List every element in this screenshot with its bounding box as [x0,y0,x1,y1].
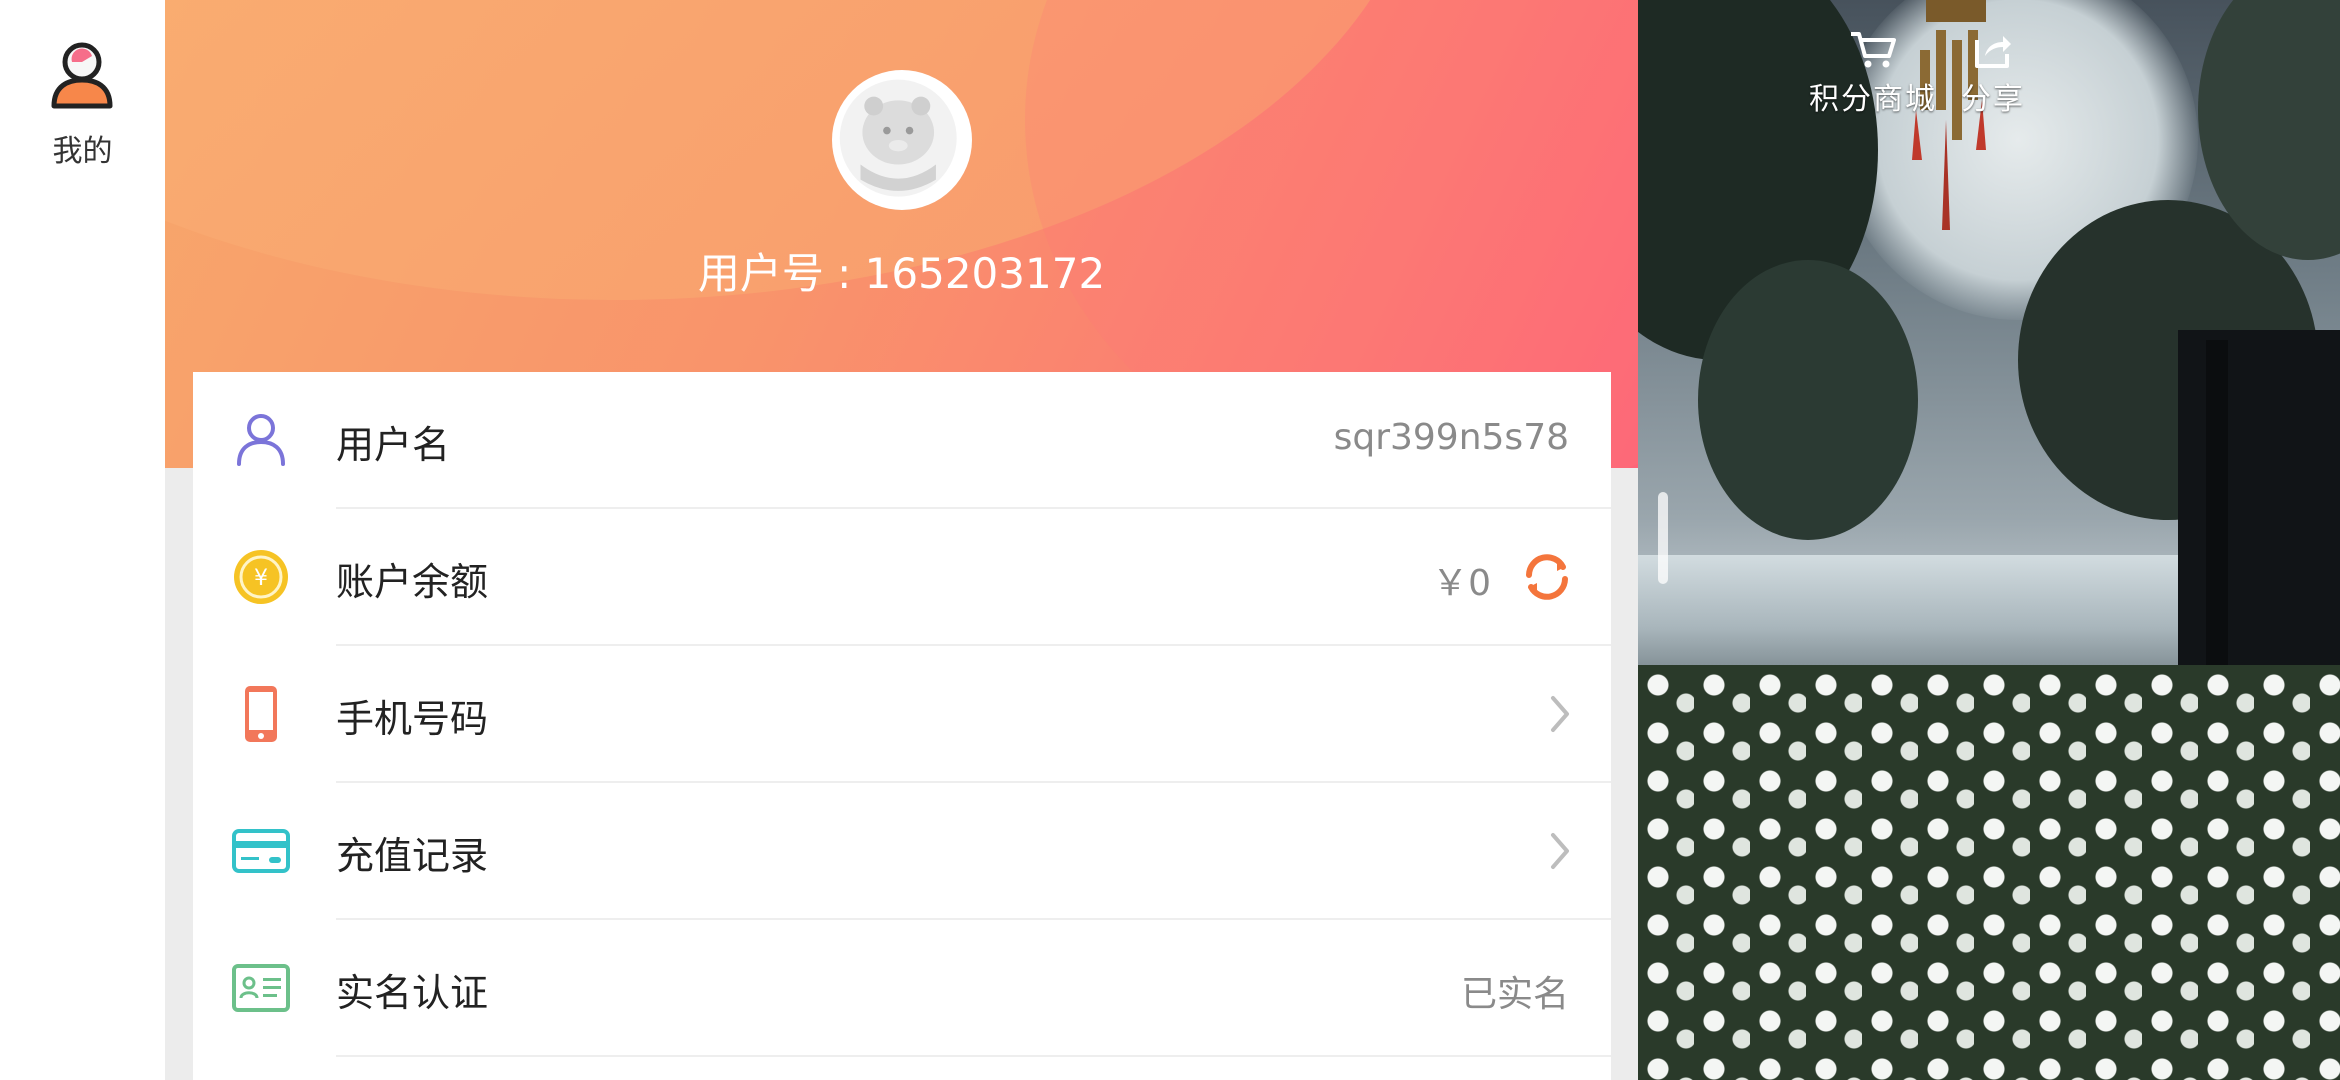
game-scene: 积分商城 分享 [1638,0,2340,1080]
share-icon [1975,36,2011,68]
chevron-right-icon [1551,696,1569,732]
divider [336,1055,1611,1057]
row-username-label: 用户名 [336,423,451,467]
row-username-value: sqr399n5s78 [1333,417,1569,458]
share-label: 分享 [1961,82,2025,117]
tab-mine-label: 我的 [52,134,113,169]
profile-panel: 用户号 : 165203172 用户名 sqr399n5s78 ¥ 账户余额 ￥… [165,0,1638,1080]
avatar-mascot-icon [839,79,957,197]
user-id-label: 用户号 : 165203172 [697,249,1106,298]
person-icon [237,414,285,466]
left-tab-rail: 我的 [0,0,165,1080]
share-button[interactable]: 分享 [1928,30,2058,117]
scene-bridge [2178,330,2340,690]
row-real-name-label: 实名认证 [336,971,489,1015]
refresh-icon[interactable] [1519,549,1575,605]
scene-tree [1698,260,1918,540]
row-recharge-label: 充值记录 [336,834,489,878]
coin-icon: ¥ [234,550,288,604]
points-mall-label: 积分商城 [1809,82,1937,117]
row-username: 用户名 sqr399n5s78 [193,372,1611,509]
row-real-name-value: 已实名 [1460,974,1569,1015]
scene-bridge-post [2206,340,2228,700]
svg-text:¥: ¥ [254,566,268,591]
row-balance-value: ￥0 [1432,563,1491,604]
chevron-right-icon [1551,833,1569,869]
row-phone[interactable]: 手机号码 [193,646,1611,783]
row-balance-label: 账户余额 [336,560,489,604]
id-card-icon [232,964,290,1012]
points-mall-button[interactable]: 积分商城 [1798,30,1948,117]
row-balance: ¥ 账户余额 ￥0 [193,509,1611,646]
user-icon [51,42,113,109]
scene-drag-handle[interactable] [1658,492,1668,584]
profile-info-card: 用户名 sqr399n5s78 ¥ 账户余额 ￥0 手机号码 充值记录 实名认证… [193,372,1611,1080]
scene-flower-field [1638,665,2340,1080]
row-phone-label: 手机号码 [336,697,489,741]
row-real-name[interactable]: 实名认证 已实名 [193,920,1611,1057]
row-recharge-records[interactable]: 充值记录 [193,783,1611,920]
cart-icon [1851,32,1896,68]
phone-icon [245,686,277,742]
card-icon [232,829,290,873]
tab-mine[interactable]: 我的 [0,30,165,180]
avatar[interactable] [832,70,972,210]
